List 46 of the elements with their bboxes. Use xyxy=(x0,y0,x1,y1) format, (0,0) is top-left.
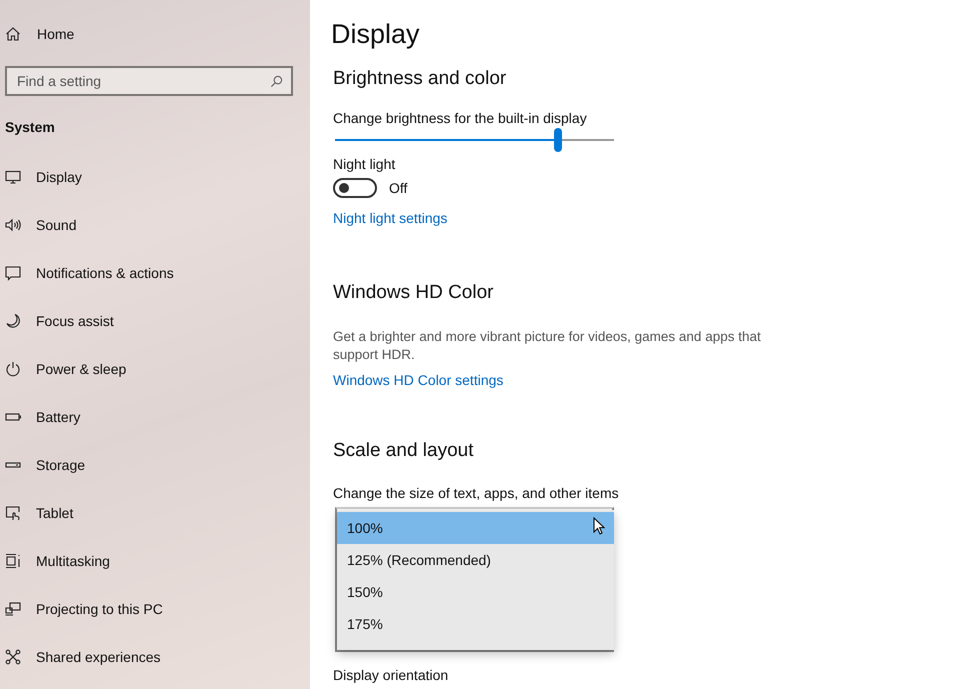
nav-icon xyxy=(5,313,21,329)
section-heading: System xyxy=(5,118,56,136)
toggle-label: Night light xyxy=(333,155,396,173)
orientation-label: Display orientation xyxy=(333,666,450,684)
toggle-state: Off xyxy=(389,180,408,196)
slider-label: Change brightness for the built-in display xyxy=(333,109,588,127)
dropdown-option[interactable]: 100% xyxy=(337,512,614,544)
nav-item[interactable]: Storage xyxy=(0,441,310,489)
nav-icon xyxy=(5,169,21,185)
cursor-icon xyxy=(593,517,605,535)
dropdown-option[interactable]: 150% xyxy=(337,576,614,608)
search-icon xyxy=(270,75,283,88)
toggle-switch[interactable] xyxy=(333,178,377,198)
nav-icon xyxy=(5,361,21,377)
nav-icon xyxy=(5,217,21,233)
section-heading: Scale and layout xyxy=(333,439,474,463)
nav-item[interactable]: Projecting to this PC xyxy=(0,585,310,633)
nav-item[interactable]: Sound xyxy=(0,201,310,249)
section-heading: Windows HD Color xyxy=(333,281,494,305)
page-title: Display xyxy=(331,18,421,51)
slider-thumb[interactable] xyxy=(554,128,562,152)
nav-icon xyxy=(5,553,21,569)
description-text: Get a brighter and more vibrant picture for videos, games and apps that support HDR. xyxy=(333,328,762,364)
nav-icon xyxy=(5,505,21,521)
nav-item[interactable]: Display xyxy=(0,153,310,201)
nav-item[interactable]: Power & sleep xyxy=(0,345,310,393)
nav-icon xyxy=(5,601,21,617)
nav-item[interactable]: Multitasking xyxy=(0,537,310,585)
search-field[interactable]: Find a setting xyxy=(5,66,293,96)
nav-item[interactable]: Notifications & actions xyxy=(0,249,310,297)
settings-link[interactable]: Night light settings xyxy=(333,209,448,227)
home-link[interactable]: Home xyxy=(0,10,310,58)
brightness-slider[interactable] xyxy=(335,128,614,152)
dropdown-option[interactable]: 175% xyxy=(337,608,614,640)
dropdown-label: Change the size of text, apps, and other items xyxy=(333,484,620,502)
scale-dropdown[interactable]: 100% 125% (Recommended) 150% 175% xyxy=(335,507,614,652)
nav-item[interactable]: Focus assist xyxy=(0,297,310,345)
nav-item[interactable]: Battery xyxy=(0,393,310,441)
section-heading: Brightness and color xyxy=(333,67,508,91)
nav-icon xyxy=(5,265,21,281)
nav-item[interactable]: Tablet xyxy=(0,489,310,537)
nav-item[interactable]: Shared experiences xyxy=(0,633,310,681)
dropdown-option[interactable]: 125% (Recommended) xyxy=(337,544,614,576)
settings-link[interactable]: Windows HD Color settings xyxy=(333,371,504,389)
nav-icon xyxy=(5,649,21,665)
home-icon xyxy=(5,26,21,42)
